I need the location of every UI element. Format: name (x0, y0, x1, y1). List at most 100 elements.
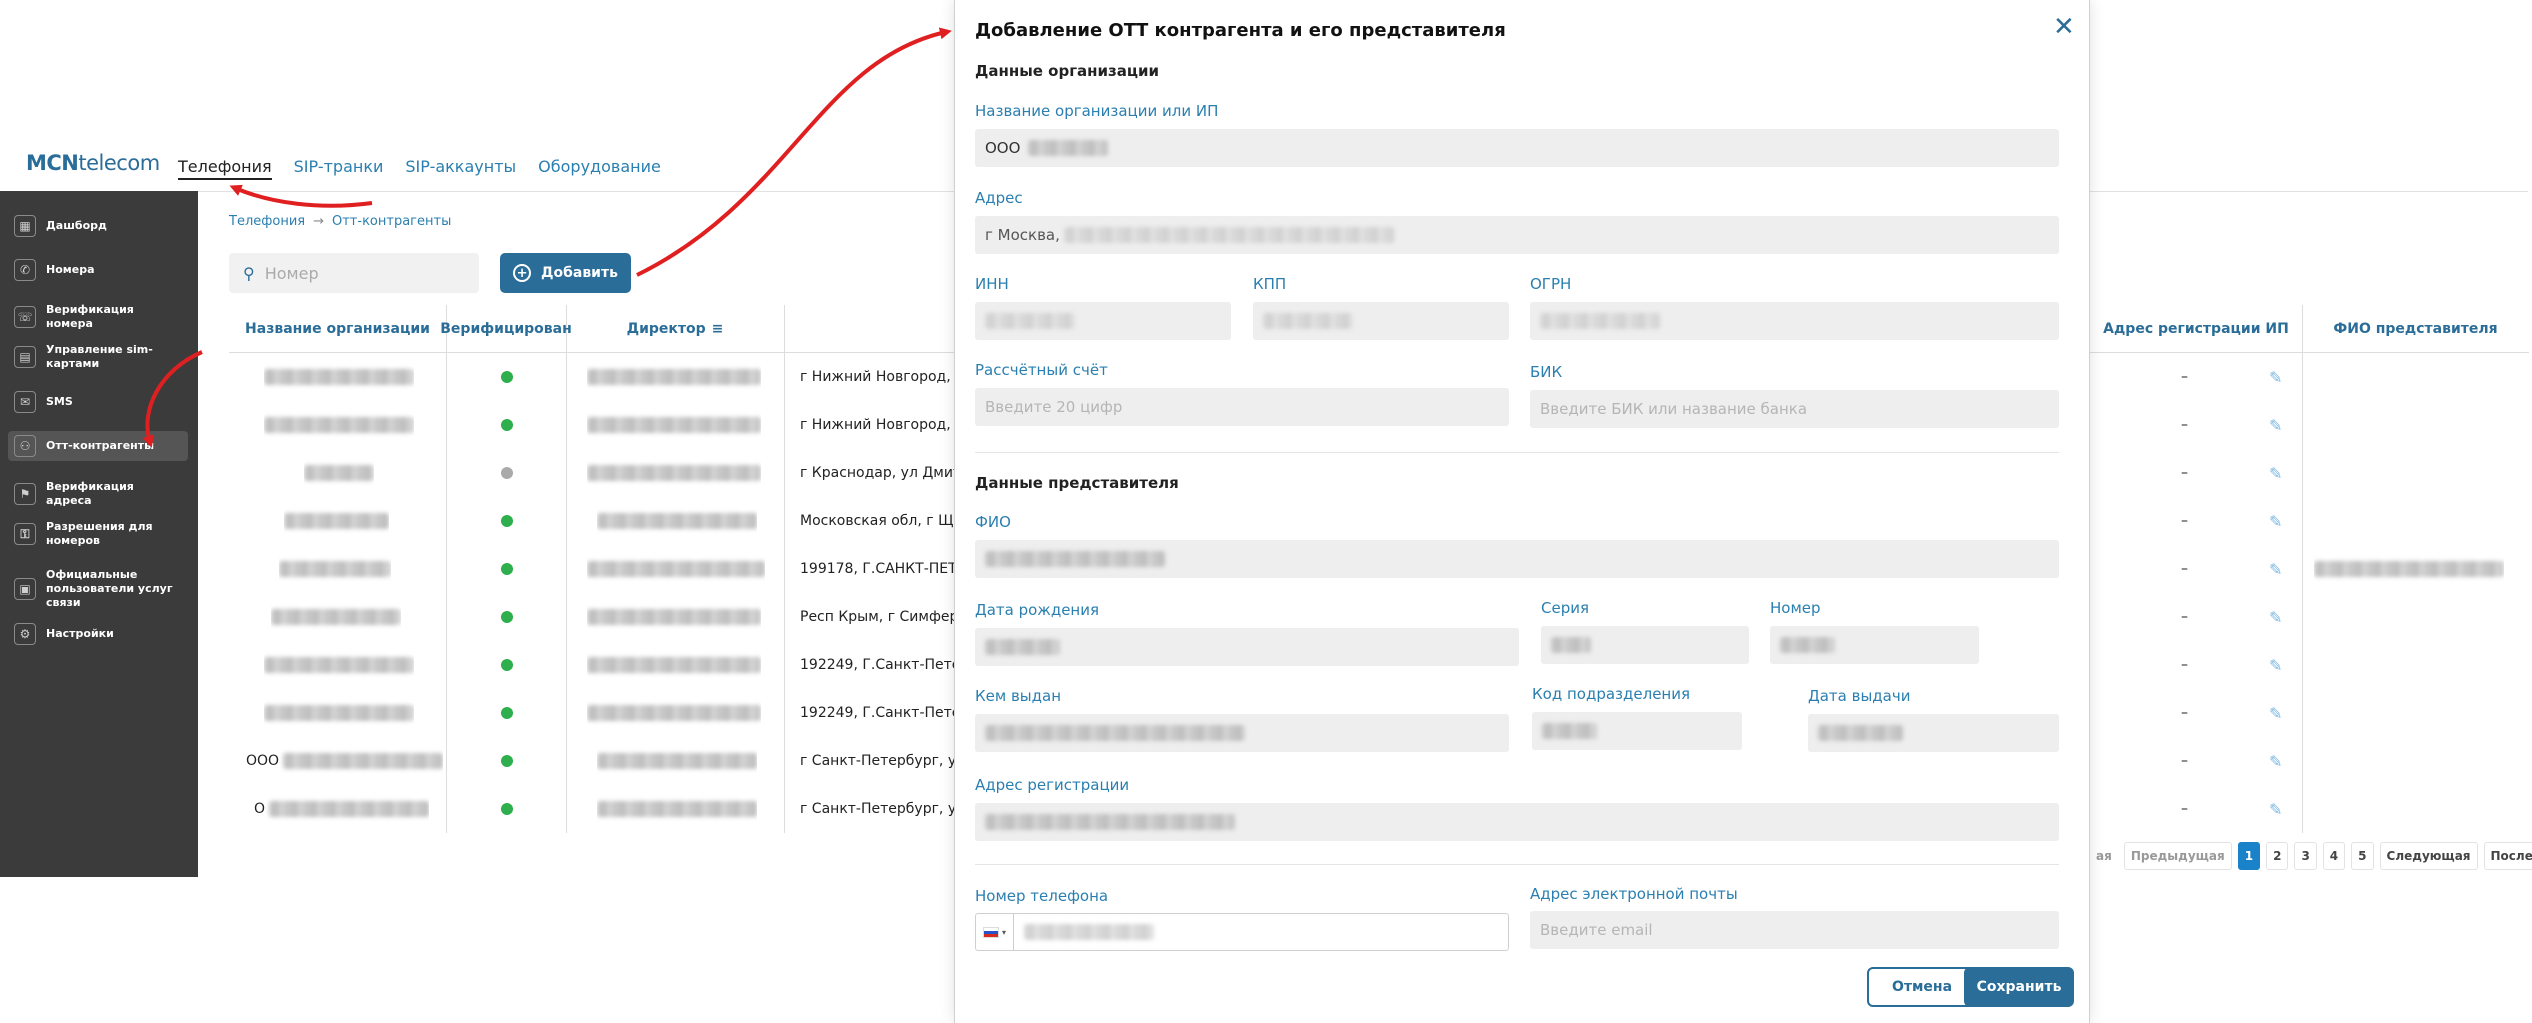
country-flag-selector[interactable]: ▾ (976, 914, 1014, 950)
fio-label: ФИО (975, 513, 1011, 531)
page-first-partial[interactable]: ая (2090, 842, 2118, 870)
edit-pencil-icon[interactable]: ✎ (2269, 689, 2282, 737)
edit-pencil-icon[interactable]: ✎ (2269, 401, 2282, 449)
sidebar-item-dashboard[interactable]: ▦ Дашборд (8, 211, 188, 241)
header-org-name[interactable]: Название организации (229, 305, 446, 353)
page-prev[interactable]: Предыдущая (2123, 842, 2232, 870)
edit-pencil-icon[interactable]: ✎ (2269, 545, 2282, 593)
issue-date-label: Дата выдачи (1808, 687, 1911, 705)
edit-pencil-icon[interactable]: ✎ (2269, 497, 2282, 545)
sidebar-item-label: Разрешения для номеров (46, 520, 153, 547)
verified-dot-icon (501, 641, 513, 689)
phone-field[interactable]: ▾ (975, 913, 1509, 951)
page-3[interactable]: 3 (2294, 842, 2317, 870)
edit-pencil-icon[interactable]: ✎ (2269, 353, 2282, 401)
annotation-arrow-to-modal (636, 27, 952, 277)
address-label: Адрес (975, 189, 1023, 207)
passport-number-field[interactable] (1770, 626, 1979, 664)
passport-series-field[interactable] (1541, 626, 1749, 664)
phone-icon: ✆ (14, 259, 36, 281)
sidebar-item-label: Управление sim-картами (46, 343, 153, 370)
issued-by-label: Кем выдан (975, 687, 1062, 705)
inn-field[interactable] (975, 302, 1231, 340)
contractors-icon: ⚇ (14, 435, 36, 457)
kpp-field[interactable] (1253, 302, 1509, 340)
reg-address-cell: – (2181, 753, 2188, 769)
header-director[interactable]: Директор ≡ (566, 305, 784, 353)
logo-brand-bold: MCN (26, 151, 79, 175)
division-code-field[interactable] (1532, 712, 1742, 750)
breadcrumb-arrow-icon: → (313, 214, 324, 229)
kpp-label: КПП (1253, 275, 1287, 293)
issued-by-field[interactable] (975, 714, 1509, 752)
breadcrumb-ott-contractors[interactable]: Отт-контрагенты (332, 214, 451, 229)
sidebar-item-settings[interactable]: ⚙ Настройки (8, 619, 188, 649)
header-reg-address[interactable]: Адрес регистрации ИП (2090, 305, 2302, 353)
close-icon[interactable]: ✕ (2053, 14, 2075, 40)
page-last[interactable]: Последняя (2483, 842, 2532, 870)
logo[interactable]: MCNtelecom (26, 151, 160, 175)
bik-label: БИК (1530, 363, 1563, 381)
reg-address-field[interactable] (975, 803, 2059, 841)
sidebar-item-number-verification[interactable]: ☏ Верификация номера (8, 299, 188, 335)
column-divider (784, 305, 785, 833)
org-name-cell (264, 401, 414, 449)
search-input[interactable] (264, 263, 445, 283)
edit-pencil-icon[interactable]: ✎ (2269, 449, 2282, 497)
org-name-label: Название организации или ИП (975, 102, 1219, 120)
breadcrumb-telephony[interactable]: Телефония (229, 214, 305, 229)
edit-pencil-icon[interactable]: ✎ (2269, 593, 2282, 641)
header-representative[interactable]: ФИО представителя (2302, 305, 2529, 353)
sidebar-item-ott-contractors[interactable]: ⚇ Отт-контрагенты (8, 431, 188, 461)
page-2[interactable]: 2 (2266, 842, 2289, 870)
issue-date-field[interactable] (1808, 714, 2059, 752)
topnav-sip-accounts[interactable]: SIP-аккаунты (405, 157, 516, 180)
add-button[interactable]: + Добавить (500, 253, 631, 293)
org-name-prefix: ООО (246, 753, 280, 769)
fio-field[interactable] (975, 540, 2059, 578)
verify-number-icon: ☏ (14, 306, 36, 328)
org-name-field[interactable]: ООО (975, 129, 2059, 167)
topnav-equipment[interactable]: Оборудование (538, 157, 661, 180)
representative-cell (2314, 545, 2504, 593)
bik-field[interactable]: Введите БИК или название банка (1530, 390, 2059, 428)
save-button[interactable]: Сохранить (1964, 967, 2074, 1007)
edit-pencil-icon[interactable]: ✎ (2269, 737, 2282, 785)
page-4[interactable]: 4 (2322, 842, 2346, 870)
modal-title: Добавление ОТТ контрагента и его предста… (975, 20, 1506, 41)
sidebar-item-number-permissions[interactable]: ⚿ Разрешения для номеров (8, 516, 188, 552)
topnav-sip-trunks[interactable]: SIP-транки (294, 157, 384, 180)
sidebar-item-numbers[interactable]: ✆ Номера (8, 255, 188, 285)
page-1[interactable]: 1 (2237, 842, 2261, 870)
director-cell (587, 353, 761, 401)
birth-date-field[interactable] (975, 628, 1519, 666)
verified-dot-icon (501, 497, 513, 545)
page-next[interactable]: Следующая (2379, 842, 2478, 870)
add-contractor-modal: Добавление ОТТ контрагента и его предста… (954, 0, 2090, 1023)
page-5[interactable]: 5 (2351, 842, 2374, 870)
account-field[interactable]: Введите 20 цифр (975, 388, 1509, 426)
edit-pencil-icon[interactable]: ✎ (2269, 785, 2282, 833)
search-icon: ⚲ (243, 263, 255, 283)
section-divider (975, 452, 2059, 453)
director-cell (587, 689, 761, 737)
sidebar-item-address-verification[interactable]: ⚑ Верификация адреса (8, 476, 188, 512)
filter-icon[interactable]: ≡ (712, 321, 724, 337)
reg-address-cell: – (2181, 609, 2188, 625)
verified-dot-icon (501, 401, 513, 449)
verified-dot-icon (501, 689, 513, 737)
sidebar-item-official-users[interactable]: ▣ Официальные пользователи услуг связи (8, 564, 188, 614)
topnav-telephony[interactable]: Телефония (178, 157, 272, 180)
dashboard-icon: ▦ (14, 215, 36, 237)
ogrn-field[interactable] (1530, 302, 2059, 340)
header-verified[interactable]: Верифицирован (440, 305, 572, 353)
account-label: Рассчётный счёт (975, 361, 1108, 379)
sidebar-item-sim-cards[interactable]: ▤ Управление sim-картами (8, 339, 188, 375)
email-field[interactable]: Введите email (1530, 911, 2059, 949)
sidebar-item-sms[interactable]: ✉ SMS (8, 387, 188, 417)
address-field[interactable]: г Москва, (975, 216, 2059, 254)
sidebar: ▦ Дашборд ✆ Номера ☏ Верификация номера ▤ Уп… (0, 191, 198, 877)
cancel-button[interactable]: Отмена (1867, 967, 1977, 1007)
edit-pencil-icon[interactable]: ✎ (2269, 641, 2282, 689)
section-rep-title: Данные представителя (975, 474, 1179, 492)
